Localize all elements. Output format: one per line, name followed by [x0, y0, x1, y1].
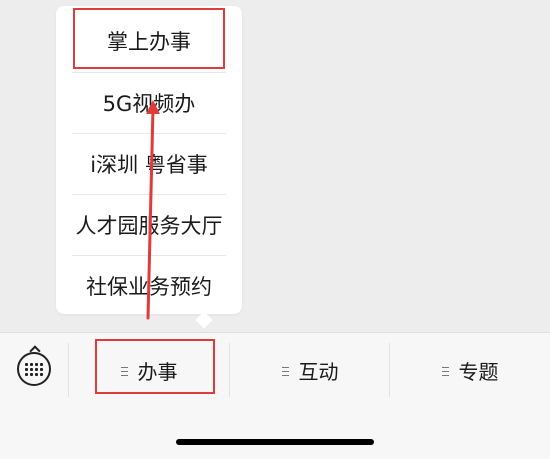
tab-banshi[interactable]: 办事 — [69, 345, 229, 395]
menu-item-zhangshang-banshi[interactable]: 掌上办事 — [72, 11, 226, 71]
menu-item-5g-video[interactable]: 5G视频办 — [72, 72, 226, 133]
tab-label: 互动 — [298, 359, 339, 384]
home-indicator — [176, 439, 374, 445]
menu-item-social-security[interactable]: 社保业务预约 — [72, 255, 226, 316]
keyboard-toggle-button[interactable] — [17, 345, 51, 386]
bottom-menu-bar: 办事 互动 专题 — [0, 332, 550, 459]
caret-up-icon — [29, 345, 41, 357]
keyboard-icon — [25, 362, 43, 376]
menu-item-ishenzhen[interactable]: i深圳 粤省事 — [72, 133, 226, 194]
menu-lines-icon — [441, 366, 449, 376]
menu-item-talent-hall[interactable]: 人才园服务大厅 — [72, 194, 226, 255]
menu-lines-icon — [120, 366, 128, 376]
tab-label: 办事 — [137, 359, 178, 384]
tab-hudong[interactable]: 互动 — [230, 345, 390, 395]
tab-label: 专题 — [458, 359, 499, 384]
submenu-popup: 掌上办事 5G视频办 i深圳 粤省事 人才园服务大厅 社保业务预约 — [56, 6, 242, 329]
menu-lines-icon — [281, 366, 289, 376]
tab-zhuanti[interactable]: 专题 — [390, 345, 550, 395]
